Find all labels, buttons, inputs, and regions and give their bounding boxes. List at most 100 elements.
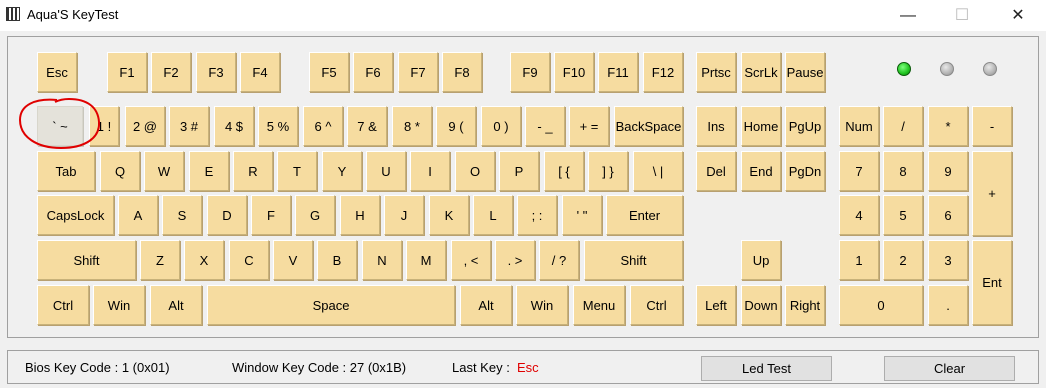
key-num-0[interactable]: 0 xyxy=(839,285,923,325)
key-7[interactable]: 7 & xyxy=(347,106,387,146)
key-delete[interactable]: Del xyxy=(696,151,736,191)
key-prtsc[interactable]: Prtsc xyxy=(696,52,736,92)
key-f3[interactable]: F3 xyxy=(196,52,236,92)
key-num-4[interactable]: 4 xyxy=(839,195,879,235)
key-right-alt[interactable]: Alt xyxy=(460,285,512,325)
key-3[interactable]: 3 # xyxy=(169,106,209,146)
key-num-enter[interactable]: Ent xyxy=(972,240,1012,325)
key-z[interactable]: Z xyxy=(140,240,180,280)
key-num-minus[interactable]: - xyxy=(972,106,1012,146)
key-u[interactable]: U xyxy=(366,151,406,191)
key-quote[interactable]: ' " xyxy=(562,195,602,235)
key-8[interactable]: 8 * xyxy=(392,106,432,146)
key-arrow-right[interactable]: Right xyxy=(785,285,825,325)
key-f9[interactable]: F9 xyxy=(510,52,550,92)
key-f2[interactable]: F2 xyxy=(151,52,191,92)
key-menu[interactable]: Menu xyxy=(573,285,625,325)
maximize-button[interactable]: ☐ xyxy=(939,0,985,31)
key-f11[interactable]: F11 xyxy=(598,52,638,92)
key-pause[interactable]: Pause xyxy=(785,52,825,92)
key-arrow-down[interactable]: Down xyxy=(741,285,781,325)
minimize-button[interactable]: — xyxy=(885,0,931,31)
key-enter[interactable]: Enter xyxy=(606,195,683,235)
key-num-3[interactable]: 3 xyxy=(928,240,968,280)
key-g[interactable]: G xyxy=(295,195,335,235)
key-c[interactable]: C xyxy=(229,240,269,280)
key-f12[interactable]: F12 xyxy=(643,52,683,92)
key-right-ctrl[interactable]: Ctrl xyxy=(630,285,683,325)
key-i[interactable]: I xyxy=(410,151,450,191)
key-backtick[interactable]: ` ~ xyxy=(37,106,83,146)
key-h[interactable]: H xyxy=(340,195,380,235)
key-semicolon[interactable]: ; : xyxy=(517,195,557,235)
key-backspace[interactable]: BackSpace xyxy=(614,106,683,146)
key-5[interactable]: 5 % xyxy=(258,106,298,146)
key-f[interactable]: F xyxy=(251,195,291,235)
key-p[interactable]: P xyxy=(499,151,539,191)
key-right-bracket[interactable]: ] } xyxy=(588,151,628,191)
key-slash[interactable]: / ? xyxy=(539,240,579,280)
key-f6[interactable]: F6 xyxy=(353,52,393,92)
key-page-down[interactable]: PgDn xyxy=(785,151,825,191)
key-num-multiply[interactable]: * xyxy=(928,106,968,146)
key-t[interactable]: T xyxy=(277,151,317,191)
key-period[interactable]: . > xyxy=(495,240,535,280)
key-v[interactable]: V xyxy=(273,240,313,280)
key-tab[interactable]: Tab xyxy=(37,151,95,191)
key-num-5[interactable]: 5 xyxy=(883,195,923,235)
key-arrow-left[interactable]: Left xyxy=(696,285,736,325)
key-1[interactable]: 1 ! xyxy=(89,106,119,146)
key-e[interactable]: E xyxy=(189,151,229,191)
key-o[interactable]: O xyxy=(455,151,495,191)
key-2[interactable]: 2 @ xyxy=(125,106,165,146)
key-num-2[interactable]: 2 xyxy=(883,240,923,280)
key-num-plus[interactable]: + xyxy=(972,151,1012,236)
key-scrlk[interactable]: ScrLk xyxy=(741,52,781,92)
key-w[interactable]: W xyxy=(144,151,184,191)
key-numlock[interactable]: Num xyxy=(839,106,879,146)
key-q[interactable]: Q xyxy=(100,151,140,191)
key-equals[interactable]: + = xyxy=(569,106,609,146)
key-num-9[interactable]: 9 xyxy=(928,151,968,191)
key-num-8[interactable]: 8 xyxy=(883,151,923,191)
key-esc[interactable]: Esc xyxy=(37,52,77,92)
key-right-win[interactable]: Win xyxy=(516,285,568,325)
key-f1[interactable]: F1 xyxy=(107,52,147,92)
key-f7[interactable]: F7 xyxy=(398,52,438,92)
key-m[interactable]: M xyxy=(406,240,446,280)
key-insert[interactable]: Ins xyxy=(696,106,736,146)
key-capslock[interactable]: CapsLock xyxy=(37,195,114,235)
key-x[interactable]: X xyxy=(184,240,224,280)
key-f5[interactable]: F5 xyxy=(309,52,349,92)
key-4[interactable]: 4 $ xyxy=(214,106,254,146)
key-n[interactable]: N xyxy=(362,240,402,280)
led-test-button[interactable]: Led Test xyxy=(701,356,832,381)
key-end[interactable]: End xyxy=(741,151,781,191)
key-left-bracket[interactable]: [ { xyxy=(544,151,584,191)
key-s[interactable]: S xyxy=(162,195,202,235)
key-num-7[interactable]: 7 xyxy=(839,151,879,191)
key-left-win[interactable]: Win xyxy=(93,285,145,325)
key-num-1[interactable]: 1 xyxy=(839,240,879,280)
key-f10[interactable]: F10 xyxy=(554,52,594,92)
key-j[interactable]: J xyxy=(384,195,424,235)
key-left-ctrl[interactable]: Ctrl xyxy=(37,285,89,325)
key-backslash[interactable]: \ | xyxy=(633,151,683,191)
close-button[interactable]: ✕ xyxy=(995,0,1041,31)
key-right-shift[interactable]: Shift xyxy=(584,240,683,280)
key-minus[interactable]: - _ xyxy=(525,106,565,146)
clear-button[interactable]: Clear xyxy=(884,356,1015,381)
key-f4[interactable]: F4 xyxy=(240,52,280,92)
key-home[interactable]: Home xyxy=(741,106,781,146)
key-f8[interactable]: F8 xyxy=(442,52,482,92)
key-num-divide[interactable]: / xyxy=(883,106,923,146)
key-0[interactable]: 0 ) xyxy=(481,106,521,146)
key-y[interactable]: Y xyxy=(322,151,362,191)
key-a[interactable]: A xyxy=(118,195,158,235)
key-l[interactable]: L xyxy=(473,195,513,235)
key-left-alt[interactable]: Alt xyxy=(150,285,202,325)
key-d[interactable]: D xyxy=(207,195,247,235)
key-k[interactable]: K xyxy=(429,195,469,235)
key-space[interactable]: Space xyxy=(207,285,455,325)
key-r[interactable]: R xyxy=(233,151,273,191)
